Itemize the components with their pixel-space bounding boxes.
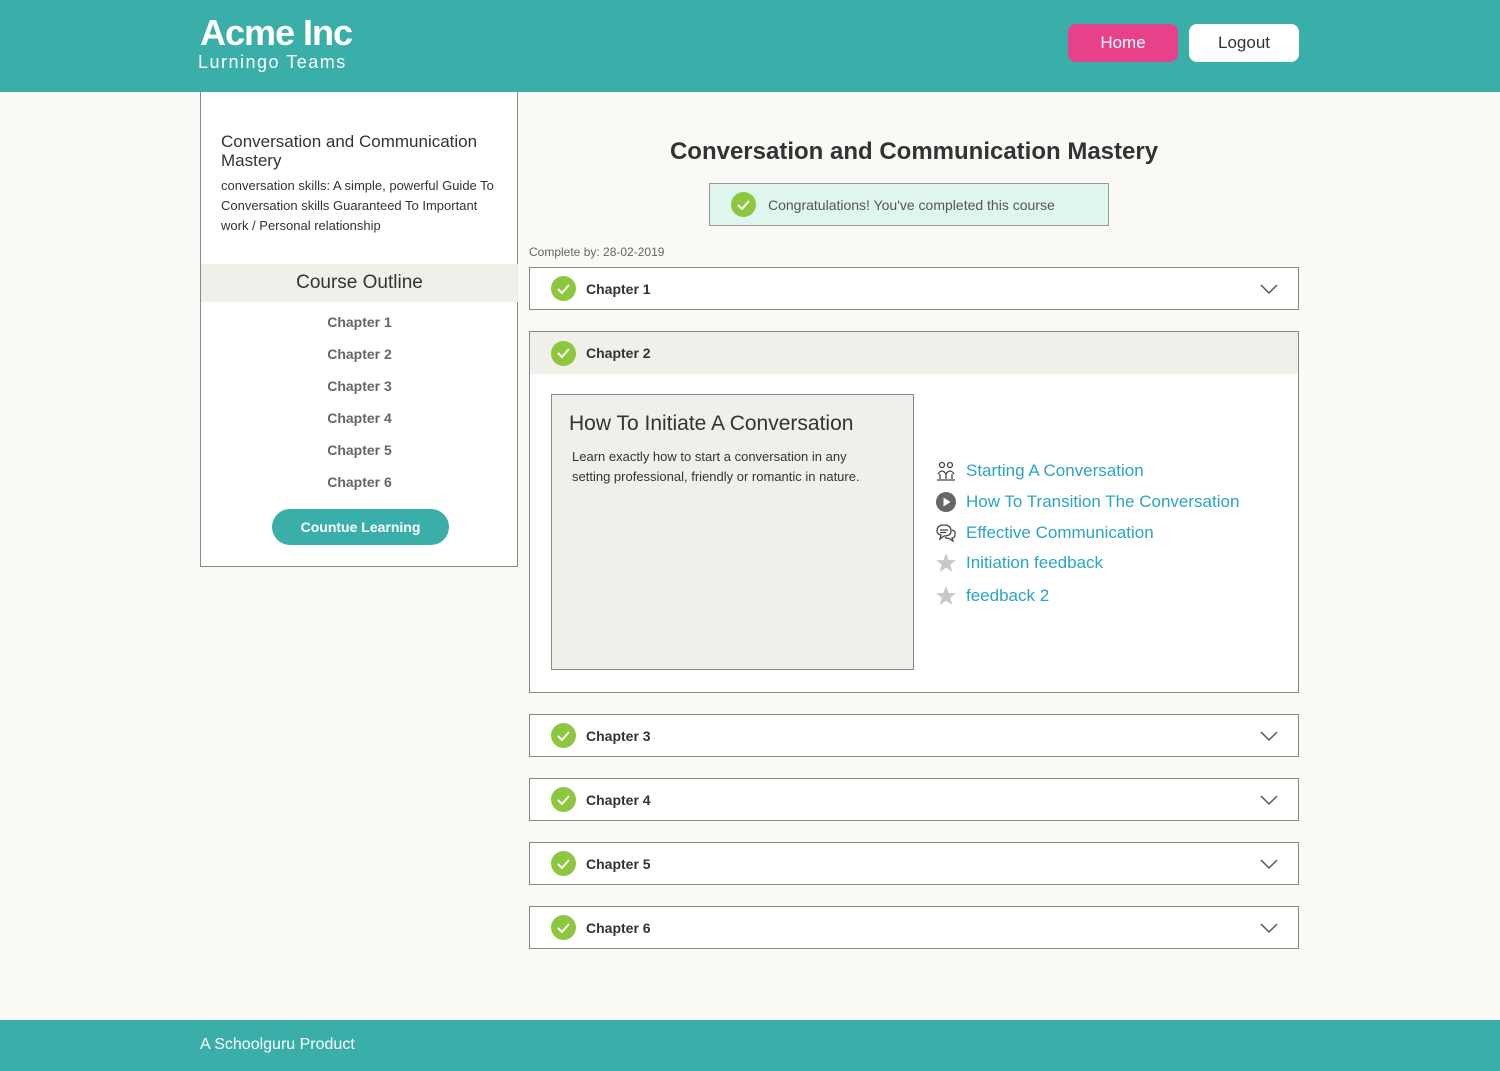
footer: A Schoolguru Product [0, 1020, 1500, 1071]
chapter-label: Chapter 5 [586, 855, 651, 872]
activity-feedback-2[interactable]: feedback 2 [935, 585, 1049, 607]
lesson-title: How To Initiate A Conversation [569, 412, 854, 435]
check-circle-icon [551, 340, 576, 366]
logout-button[interactable]: Logout [1189, 24, 1299, 62]
chapter-row-5[interactable]: Chapter 5 [529, 842, 1299, 885]
chevron-down-icon[interactable] [1260, 857, 1278, 875]
outline-item-chapter-1[interactable]: Chapter 1 [201, 306, 518, 338]
check-circle-icon [551, 851, 576, 876]
complete-by-date: Complete by: 28-02-2019 [529, 245, 665, 259]
continue-learning-button[interactable]: Countue Learning [272, 509, 449, 545]
chapter-label: Chapter 3 [586, 727, 651, 744]
activity-label: Effective Communication [966, 523, 1154, 542]
activity-initiation-feedback[interactable]: Initiation feedback [935, 552, 1103, 574]
chat-bubbles-icon [935, 522, 957, 544]
footer-text: A Schoolguru Product [200, 1036, 355, 1053]
outline-item-chapter-6[interactable]: Chapter 6 [201, 466, 518, 498]
chapter-row-4[interactable]: Chapter 4 [529, 778, 1299, 821]
play-icon [935, 491, 957, 513]
chapter-label: Chapter 4 [586, 791, 651, 808]
chevron-down-icon[interactable] [1260, 921, 1278, 939]
chapter-row-3[interactable]: Chapter 3 [529, 714, 1299, 757]
check-circle-icon [551, 723, 576, 748]
chapter-label: Chapter 1 [586, 280, 651, 297]
activity-effective-communication[interactable]: Effective Communication [935, 522, 1154, 544]
activity-label: feedback 2 [966, 586, 1050, 605]
lesson-description: Learn exactly how to start a conversatio… [572, 449, 860, 484]
chapter-row-1[interactable]: Chapter 1 [529, 267, 1299, 310]
page-title: Conversation and Communication Mastery [669, 138, 1159, 165]
check-circle-icon [731, 192, 756, 217]
activity-starting-a-conversation[interactable]: Starting A Conversation [935, 460, 1144, 482]
lesson-card[interactable]: How To Initiate A Conversation Learn exa… [551, 394, 914, 670]
chapter-row-6[interactable]: Chapter 6 [529, 906, 1299, 949]
course-outline-heading: Course Outline [201, 264, 518, 302]
brand-title: Acme Inc [200, 12, 353, 53]
course-outline-list: Chapter 1 Chapter 2 Chapter 3 Chapter 4 … [201, 306, 518, 498]
outline-item-chapter-2[interactable]: Chapter 2 [201, 338, 518, 370]
outline-item-chapter-5[interactable]: Chapter 5 [201, 434, 518, 466]
header: Acme Inc Lurningo Teams Home Logout [0, 0, 1500, 92]
activity-label: Starting A Conversation [966, 461, 1144, 480]
sidebar-course-description: conversation skills: A simple, powerful … [221, 178, 494, 233]
home-button[interactable]: Home [1068, 24, 1178, 62]
activity-label: How To Transition The Conversation [966, 492, 1240, 511]
chevron-down-icon[interactable] [1260, 793, 1278, 811]
chapter-panel-2: Chapter 2 How To Initiate A Conversation… [529, 331, 1299, 693]
chapter-label: Chapter 6 [586, 919, 651, 936]
check-circle-icon [551, 787, 576, 812]
chevron-down-icon[interactable] [1260, 729, 1278, 747]
outline-item-chapter-3[interactable]: Chapter 3 [201, 370, 518, 402]
course-sidebar: Conversation and Communication Mastery c… [200, 92, 518, 567]
activity-how-to-transition[interactable]: How To Transition The Conversation [935, 491, 1239, 513]
activity-label: Initiation feedback [966, 553, 1104, 572]
check-circle-icon [551, 915, 576, 940]
chapter-label: Chapter 2 [586, 345, 651, 361]
sidebar-course-title: Conversation and Communication Mastery [221, 132, 478, 170]
chevron-down-icon[interactable] [1260, 282, 1278, 300]
completion-banner: Congratulations! You've completed this c… [709, 183, 1109, 226]
people-icon [935, 460, 957, 482]
brand-subtitle: Lurningo Teams [198, 52, 347, 72]
chapter-row-2[interactable]: Chapter 2 [530, 332, 1298, 374]
star-icon [935, 552, 957, 574]
check-circle-icon [551, 276, 576, 301]
star-icon [935, 585, 957, 607]
completion-message: Congratulations! You've completed this c… [768, 196, 1055, 213]
outline-item-chapter-4[interactable]: Chapter 4 [201, 402, 518, 434]
